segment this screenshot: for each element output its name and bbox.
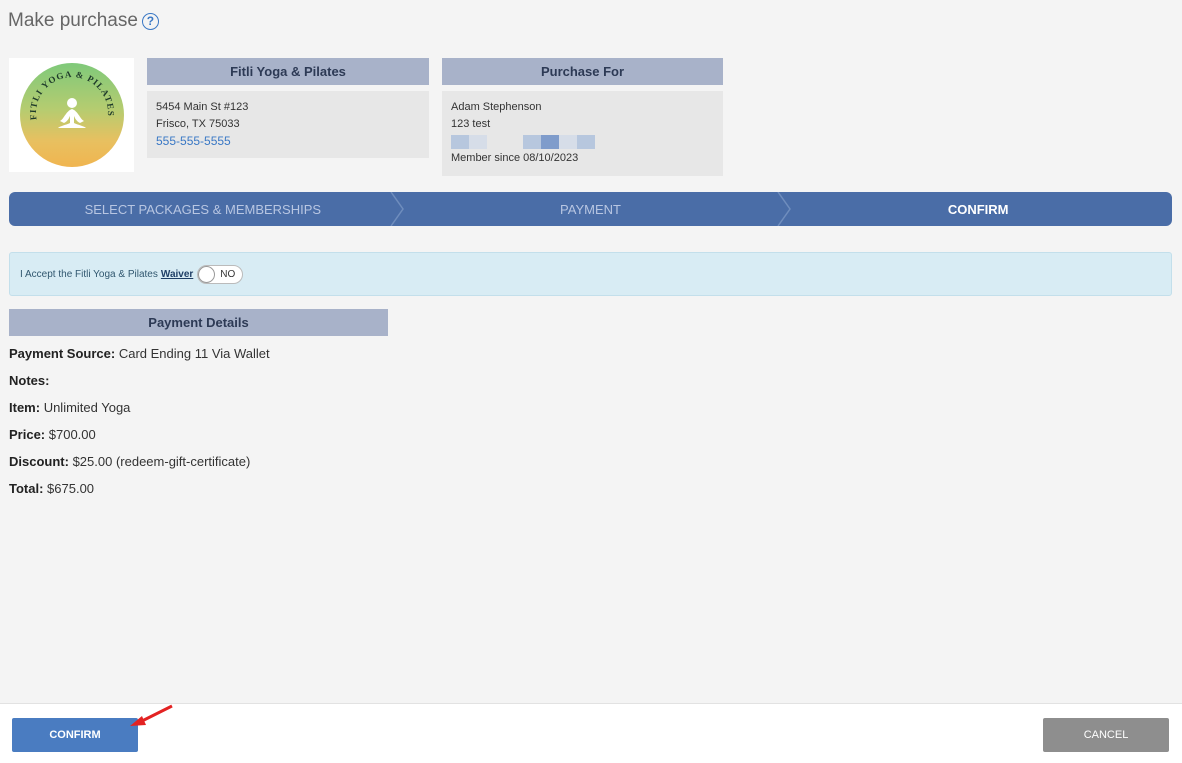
payment-details: Payment Source: Card Ending 11 Via Walle… — [9, 345, 270, 507]
detail-label: Price: — [9, 427, 46, 442]
toggle-label: NO — [220, 268, 236, 280]
detail-label: Notes: — [9, 373, 50, 388]
studio-card: Fitli Yoga & Pilates 5454 Main St #123 F… — [147, 58, 429, 158]
help-circle-icon[interactable]: ? — [141, 12, 159, 30]
purchase-for-card: Purchase For Adam Stephenson 123 test Me… — [442, 58, 723, 176]
step-payment[interactable]: PAYMENT — [397, 192, 792, 226]
payment-details-header: Payment Details — [9, 309, 388, 336]
meditation-figure-icon — [57, 98, 86, 128]
detail-value: $675.00 — [47, 481, 95, 496]
studio-phone[interactable]: 555-555-5555 — [156, 133, 420, 150]
member-since: Member since 08/10/2023 — [451, 152, 579, 164]
toggle-knob — [198, 265, 216, 283]
detail-value: $25.00 (redeem-gift-certificate) — [72, 454, 251, 469]
detail-row: Payment Source: Card Ending 11 Via Walle… — [9, 345, 270, 372]
step-confirm[interactable]: CONFIRM — [784, 192, 1172, 226]
purchase-for-info: Adam Stephenson 123 test Member since 08… — [442, 91, 723, 176]
page-title: Make purchase ? — [8, 10, 159, 32]
detail-row: Item: Unlimited Yoga — [9, 399, 270, 426]
studio-address-line1: 5454 Main St #123 — [156, 101, 249, 113]
detail-row: Total: $675.00 — [9, 480, 270, 507]
studio-name: Fitli Yoga & Pilates — [147, 58, 429, 85]
detail-value: $700.00 — [48, 427, 96, 442]
cancel-button[interactable]: CANCEL — [1043, 718, 1169, 752]
purchase-stepper: SELECT PACKAGES & MEMBERSHIPS PAYMENT CO… — [9, 192, 1172, 226]
waiver-text: I Accept the Fitli Yoga & Pilates — [20, 268, 158, 280]
logo-art: FITLI YOGA & PILATES — [27, 69, 115, 128]
redacted-info — [451, 133, 714, 150]
customer-name: Adam Stephenson — [451, 101, 542, 113]
detail-value: Card Ending 11 Via Wallet — [118, 346, 270, 361]
step-label: CONFIRM — [947, 201, 1009, 217]
detail-label: Discount: — [9, 454, 69, 469]
detail-label: Total: — [9, 481, 44, 496]
detail-value: Unlimited Yoga — [43, 400, 131, 415]
purchase-for-header: Purchase For — [442, 58, 723, 85]
step-label: PAYMENT — [560, 201, 621, 217]
studio-info: 5454 Main St #123 Frisco, TX 75033 555-5… — [147, 91, 429, 158]
customer-note: 123 test — [451, 118, 491, 130]
detail-row: Notes: — [9, 372, 270, 399]
step-label: SELECT PACKAGES & MEMBERSHIPS — [84, 201, 322, 217]
detail-label: Payment Source: — [9, 346, 116, 361]
studio-logo: FITLI YOGA & PILATES — [9, 58, 134, 172]
detail-label: Item: — [9, 400, 41, 415]
footer-bar: CONFIRM CANCEL — [0, 703, 1182, 763]
waiver-toggle[interactable]: NO — [197, 264, 244, 284]
confirm-button[interactable]: CONFIRM — [12, 718, 138, 752]
waiver-link[interactable]: Waiver — [161, 269, 193, 280]
detail-row: Discount: $25.00 (redeem-gift-certificat… — [9, 453, 270, 480]
waiver-alert: I Accept the Fitli Yoga & Pilates Waiver… — [9, 252, 1172, 296]
step-select-packages[interactable]: SELECT PACKAGES & MEMBERSHIPS — [9, 192, 404, 226]
annotation-arrow-icon — [130, 704, 173, 726]
page-title-text: Make purchase — [8, 10, 138, 31]
studio-address-line2: Frisco, TX 75033 — [156, 118, 240, 130]
detail-row: Price: $700.00 — [9, 426, 270, 453]
logo-circle: FITLI YOGA & PILATES — [19, 63, 124, 167]
